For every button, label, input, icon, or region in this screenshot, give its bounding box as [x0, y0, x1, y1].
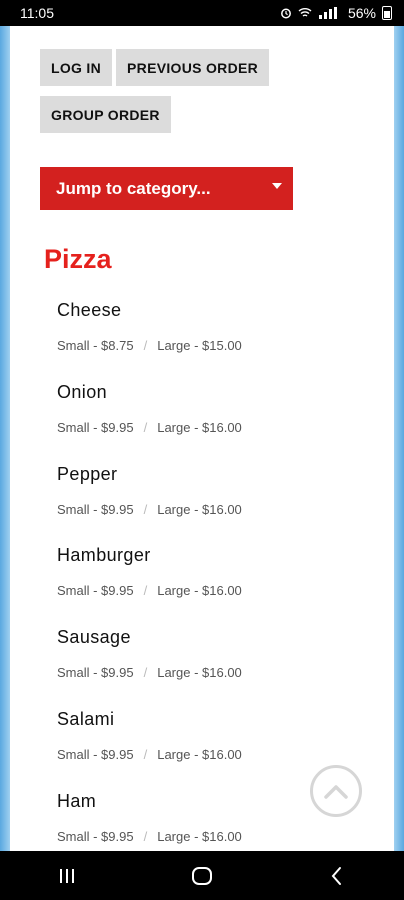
small-price: Small - $9.95	[57, 828, 134, 844]
price-separator: /	[143, 746, 148, 762]
price-separator: /	[143, 583, 148, 599]
item-name: Salami	[57, 708, 115, 729]
item-prices: Small - $9.95 / Large - $16.00	[57, 502, 357, 517]
item-name: Cheese	[57, 300, 122, 320]
menu-item[interactable]: Onion Small - $9.95 / Large - $16.00	[57, 382, 357, 464]
account-buttons: LOG IN PREVIOUS ORDER	[40, 49, 270, 86]
jump-to-category-dropdown[interactable]: Jump to category...	[40, 167, 293, 210]
recent-apps-button[interactable]	[47, 856, 87, 896]
menu-item[interactable]: Pepper Small - $9.95 / Large - $16.00	[57, 464, 357, 546]
large-price: Large - $16.00	[157, 665, 242, 681]
small-price: Small - $9.95	[57, 746, 134, 762]
price-separator: /	[143, 501, 148, 517]
price-separator: /	[143, 338, 148, 353]
caret-down-icon	[272, 182, 282, 189]
item-prices: Small - $9.95 / Large - $16.00	[57, 420, 357, 435]
price-separator: /	[143, 665, 148, 681]
group-order-button[interactable]: GROUP ORDER	[40, 96, 171, 133]
back-icon	[331, 866, 341, 885]
small-price: Small - $9.95	[57, 501, 134, 517]
large-price: Large - $15.00	[157, 338, 242, 353]
scroll-to-top-button[interactable]	[310, 765, 362, 817]
large-price: Large - $16.00	[157, 419, 242, 435]
wifi-icon	[298, 7, 312, 19]
system-nav-bar	[0, 851, 404, 900]
large-price: Large - $16.00	[157, 746, 242, 762]
large-price: Large - $16.00	[157, 583, 242, 599]
item-prices: Small - $9.95 / Large - $16.00	[57, 747, 357, 762]
item-prices: Small - $8.75 / Large - $15.00	[57, 338, 357, 353]
back-button[interactable]	[317, 856, 357, 896]
item-name: Pepper	[57, 463, 118, 484]
item-name: Onion	[57, 381, 108, 402]
alarm-icon	[280, 7, 292, 19]
menu-item[interactable]: Sausage Small - $9.95 / Large - $16.00	[57, 627, 357, 709]
jump-label: Jump to category...	[56, 178, 211, 198]
home-icon	[191, 866, 212, 885]
chevron-up-icon	[324, 785, 348, 799]
price-separator: /	[143, 828, 148, 844]
category-title: Pizza	[44, 244, 112, 274]
status-time: 11:05	[20, 5, 54, 21]
large-price: Large - $16.00	[157, 828, 242, 844]
status-icons: 56%	[280, 5, 392, 21]
item-prices: Small - $9.95 / Large - $16.00	[57, 829, 357, 844]
price-separator: /	[143, 419, 148, 435]
previous-order-button[interactable]: PREVIOUS ORDER	[116, 49, 270, 86]
large-price: Large - $16.00	[157, 501, 242, 517]
item-name: Hamburger	[57, 545, 151, 566]
item-prices: Small - $9.95 / Large - $16.00	[57, 665, 357, 680]
small-price: Small - $8.75	[57, 338, 134, 353]
item-prices: Small - $9.95 / Large - $16.00	[57, 583, 357, 598]
home-button[interactable]	[182, 856, 222, 896]
menu-item[interactable]: Cheese Small - $8.75 / Large - $15.00	[57, 300, 357, 382]
group-buttons: GROUP ORDER	[40, 96, 171, 133]
small-price: Small - $9.95	[57, 665, 134, 681]
battery-percent: 56%	[347, 5, 376, 21]
item-name: Sausage	[57, 627, 131, 648]
login-button[interactable]: LOG IN	[40, 49, 113, 86]
battery-icon	[382, 6, 392, 20]
status-bar: 11:05 56%	[0, 0, 404, 26]
signal-icon	[318, 7, 342, 19]
recent-apps-icon	[60, 868, 75, 883]
small-price: Small - $9.95	[57, 583, 134, 599]
small-price: Small - $9.95	[57, 419, 134, 435]
menu-item[interactable]: Hamburger Small - $9.95 / Large - $16.00	[57, 545, 357, 627]
